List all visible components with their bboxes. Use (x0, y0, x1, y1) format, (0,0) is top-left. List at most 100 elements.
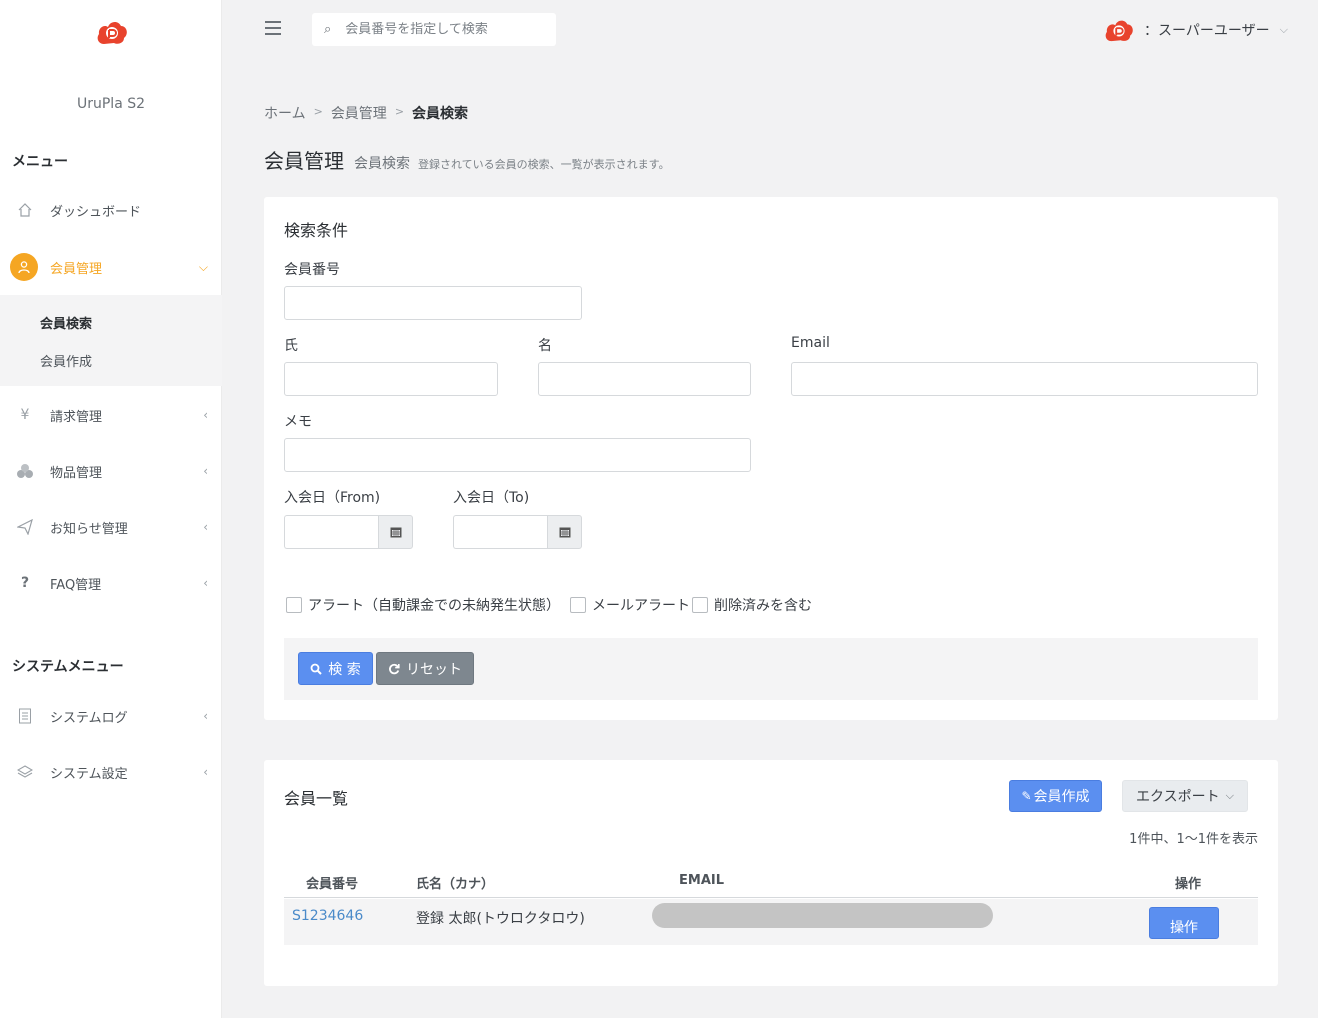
include-deleted-checkbox-label: 削除済みを含む (714, 598, 812, 614)
export-button-label: エクスポート (1136, 789, 1220, 805)
sidebar-subitem-member-create[interactable]: 会員作成 (40, 351, 92, 370)
chevron-left-icon: ‹ (203, 576, 208, 590)
mail-alert-checkbox-label: メールアラート (592, 598, 690, 614)
page-header: 会員管理 会員検索 登録されている会員の検索、一覧が表示されます。 (264, 145, 670, 174)
search-icon: ⌕ (324, 22, 332, 37)
table-header: 会員番号 氏名（カナ） EMAIL 操作 (284, 864, 1258, 898)
row-action-button[interactable]: 操作 ⌵ (1149, 907, 1219, 939)
chevron-down-icon: ⌵ (198, 259, 208, 274)
breadcrumb: ホーム > 会員管理 > 会員検索 (264, 103, 468, 123)
breadcrumb-members[interactable]: 会員管理 (331, 103, 387, 123)
sidebar-item-label: FAQ管理 (50, 577, 102, 593)
sidebar-item-label: システムログ (50, 710, 128, 726)
join-to-input[interactable] (453, 515, 547, 549)
alert-checkbox-label: アラート（自動課金での未納発生状態） (308, 598, 560, 614)
breadcrumb-home[interactable]: ホーム (264, 103, 306, 123)
checkbox-box[interactable] (692, 597, 708, 613)
last-name-label: 氏 (284, 338, 298, 354)
system-menu-heading: システムメニュー (12, 659, 124, 675)
global-search: ⌕ (312, 13, 556, 46)
page-title: 会員管理 (264, 149, 344, 173)
edit-icon: ✎ (1021, 789, 1032, 803)
sidebar: UruPla S2 メニュー ダッシュボード 会員管理 ⌵ 会員検索 会員作成 … (0, 0, 222, 1018)
chevron-left-icon: ‹ (203, 520, 208, 534)
checkbox-box[interactable] (570, 597, 586, 613)
sidebar-item-members[interactable]: 会員管理 ⌵ (0, 247, 222, 287)
search-conditions-card: 検索条件 会員番号 氏 名 Email メモ 入会日（From) 入会日（To)… (264, 197, 1278, 720)
user-avatar-logo-icon (1105, 20, 1133, 42)
memo-label: メモ (284, 414, 312, 430)
alert-checkbox[interactable]: アラート（自動課金での未納発生状態） (286, 595, 560, 615)
column-header-email[interactable]: EMAIL (679, 873, 724, 888)
join-from-label: 入会日（From) (284, 490, 381, 506)
checkbox-box[interactable] (286, 597, 302, 613)
chevron-down-icon: ⌵ (1179, 917, 1189, 930)
page-description: 登録されている会員の検索、一覧が表示されます。 (418, 158, 670, 171)
yen-icon: ¥ (20, 407, 30, 423)
menu-heading: メニュー (12, 154, 68, 170)
app-name: UruPla S2 (76, 96, 146, 112)
memo-input[interactable] (284, 438, 751, 472)
search-button-label: 検 索 (328, 661, 361, 678)
member-list-card: 会員一覧 ✎ 会員作成 エクスポート ⌵ 1件中、1〜1件を表示 会員番号 氏名… (264, 760, 1278, 986)
filter-checkboxes: アラート（自動課金での未納発生状態） メールアラート 削除済みを含む (286, 595, 814, 615)
search-icon (310, 663, 322, 675)
mail-alert-checkbox[interactable]: メールアラート (570, 595, 690, 615)
first-name-input[interactable] (538, 362, 751, 396)
document-icon (14, 705, 36, 727)
join-from-date-picker (284, 515, 413, 549)
join-from-input[interactable] (284, 515, 378, 549)
sidebar-subitem-member-search[interactable]: 会員検索 (40, 313, 92, 332)
email-input[interactable] (791, 362, 1258, 396)
sidebar-item-goods[interactable]: 物品管理 ‹ (0, 451, 222, 491)
chevron-down-icon: ⌵ (1225, 789, 1234, 802)
sidebar-item-system-settings[interactable]: システム設定 ‹ (0, 752, 222, 792)
sidebar-item-billing[interactable]: ¥ 請求管理 ‹ (0, 395, 222, 435)
column-header-name[interactable]: 氏名（カナ） (416, 873, 494, 892)
sidebar-item-news[interactable]: お知らせ管理 ‹ (0, 507, 222, 547)
chevron-down-icon: ⌵ (1279, 23, 1288, 36)
search-button[interactable]: 検 索 (298, 652, 373, 685)
member-no-link[interactable]: S1234646 (292, 908, 363, 924)
user-menu[interactable]: ：スーパーユーザー ⌵ (1104, 16, 1288, 44)
member-name: 登録 太郎(トウロクタロウ) (416, 911, 585, 927)
chevron-left-icon: ‹ (203, 709, 208, 723)
refresh-icon (389, 663, 400, 674)
chevron-left-icon: ‹ (203, 765, 208, 779)
member-no-label: 会員番号 (284, 262, 340, 278)
reset-button[interactable]: リセット (376, 652, 474, 685)
sidebar-item-system-log[interactable]: システムログ ‹ (0, 696, 222, 736)
question-icon: ? (20, 575, 30, 591)
search-input[interactable] (345, 22, 536, 37)
search-actions: 検 索 リセット (284, 638, 1258, 700)
sidebar-item-label: 会員管理 (50, 261, 103, 277)
sidebar-item-label: ダッシュボード (50, 204, 142, 220)
breadcrumb-separator: > (394, 105, 405, 118)
create-member-button[interactable]: ✎ 会員作成 (1009, 780, 1102, 812)
email-label: Email (791, 335, 830, 351)
table-row: S1234646 登録 太郎(トウロクタロウ) 操作 ⌵ (284, 899, 1258, 945)
sidebar-item-label: 請求管理 (50, 409, 103, 425)
boxes-icon (14, 460, 36, 482)
breadcrumb-separator: > (313, 105, 323, 118)
sidebar-item-faq[interactable]: ? FAQ管理 ‹ (0, 563, 222, 603)
column-header-member-no[interactable]: 会員番号 (306, 873, 358, 892)
hamburger-menu-icon[interactable] (265, 21, 281, 35)
include-deleted-checkbox[interactable]: 削除済みを含む (692, 595, 812, 615)
result-count: 1件中、1〜1件を表示 (1129, 832, 1258, 847)
last-name-input[interactable] (284, 362, 498, 396)
join-to-date-picker (453, 515, 582, 549)
member-no-input[interactable] (284, 286, 582, 320)
app-logo[interactable] (96, 18, 128, 46)
calendar-icon[interactable] (547, 515, 582, 549)
member-list-title: 会員一覧 (284, 789, 349, 808)
calendar-icon[interactable] (378, 515, 413, 549)
sidebar-item-label: お知らせ管理 (50, 521, 128, 537)
search-card-title: 検索条件 (284, 221, 349, 240)
export-button[interactable]: エクスポート ⌵ (1122, 780, 1248, 812)
sidebar-item-dashboard[interactable]: ダッシュボード (0, 190, 222, 230)
reset-button-label: リセット (406, 661, 462, 678)
sidebar-item-label: システム設定 (50, 766, 128, 782)
first-name-label: 名 (538, 338, 552, 354)
user-icon (10, 253, 38, 281)
